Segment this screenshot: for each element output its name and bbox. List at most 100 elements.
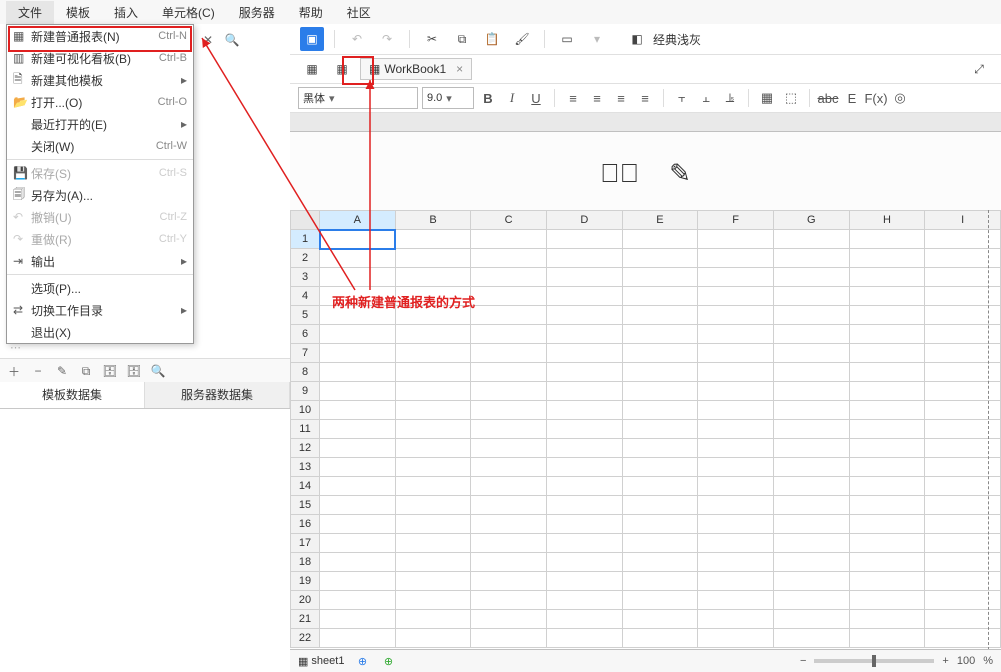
cell-H7[interactable]	[849, 344, 925, 363]
cell-H11[interactable]	[849, 420, 925, 439]
cell-H21[interactable]	[849, 610, 925, 629]
copy-icon[interactable]: ⧉	[450, 27, 474, 51]
cell-D9[interactable]	[546, 382, 622, 401]
cell-D4[interactable]	[546, 287, 622, 306]
cell-D11[interactable]	[546, 420, 622, 439]
cell-G22[interactable]	[773, 629, 849, 648]
row-header-22[interactable]: 22	[291, 629, 320, 648]
cell-F6[interactable]	[698, 325, 774, 344]
cell-G14[interactable]	[773, 477, 849, 496]
cell-G7[interactable]	[773, 344, 849, 363]
cell-C17[interactable]	[471, 534, 547, 553]
cell-B16[interactable]	[395, 515, 471, 534]
align-right-icon[interactable]: ≡	[611, 88, 631, 108]
cell-D22[interactable]	[546, 629, 622, 648]
cell-F13[interactable]	[698, 458, 774, 477]
cell-I18[interactable]	[925, 553, 1001, 572]
cell-D3[interactable]	[546, 268, 622, 287]
cell-C13[interactable]	[471, 458, 547, 477]
spreadsheet-grid[interactable]: ABCDEFGHI1234567891011121314151617181920…	[290, 210, 1001, 650]
cell-F2[interactable]	[698, 249, 774, 268]
col-header-H[interactable]: H	[849, 211, 925, 230]
cell-I19[interactable]	[925, 572, 1001, 591]
cell-D10[interactable]	[546, 401, 622, 420]
cell-C4[interactable]	[471, 287, 547, 306]
cell-C15[interactable]	[471, 496, 547, 515]
cell-G18[interactable]	[773, 553, 849, 572]
cell-B15[interactable]	[395, 496, 471, 515]
cell-D15[interactable]	[546, 496, 622, 515]
cell-E19[interactable]	[622, 572, 698, 591]
select-all-corner[interactable]	[291, 211, 320, 230]
cell-I4[interactable]	[925, 287, 1001, 306]
cell-F15[interactable]	[698, 496, 774, 515]
cell-E7[interactable]	[622, 344, 698, 363]
menu-community[interactable]: 社区	[335, 1, 383, 24]
cell-D18[interactable]	[546, 553, 622, 572]
options-menu[interactable]: 选项(P)...	[7, 277, 193, 299]
menu-insert[interactable]: 插入	[102, 1, 150, 24]
preview-icon[interactable]: ▭	[555, 27, 579, 51]
cell-E21[interactable]	[622, 610, 698, 629]
cell-D7[interactable]	[546, 344, 622, 363]
open-menu[interactable]: 📂 打开...(O) Ctrl-O	[7, 91, 193, 113]
cell-D2[interactable]	[546, 249, 622, 268]
cell-D20[interactable]	[546, 591, 622, 610]
cell-A13[interactable]	[320, 458, 396, 477]
cell-E13[interactable]	[622, 458, 698, 477]
close-icon[interactable]: ✕	[200, 32, 216, 48]
row-header-7[interactable]: 7	[291, 344, 320, 363]
cell-E5[interactable]	[622, 306, 698, 325]
col-header-B[interactable]: B	[395, 211, 471, 230]
menu-template[interactable]: 模板	[54, 1, 102, 24]
cell-E22[interactable]	[622, 629, 698, 648]
cell-G6[interactable]	[773, 325, 849, 344]
cell-G15[interactable]	[773, 496, 849, 515]
cell-I9[interactable]	[925, 382, 1001, 401]
cell-F22[interactable]	[698, 629, 774, 648]
new-viz-dashboard[interactable]: ▥ 新建可视化看板(B) Ctrl-B	[7, 47, 193, 69]
cell-A14[interactable]	[320, 477, 396, 496]
menu-cell[interactable]: 单元格(C)	[150, 1, 227, 24]
row-header-2[interactable]: 2	[291, 249, 320, 268]
col-header-F[interactable]: F	[698, 211, 774, 230]
cell-B18[interactable]	[395, 553, 471, 572]
menu-server[interactable]: 服务器	[227, 1, 287, 24]
cell-A11[interactable]	[320, 420, 396, 439]
align-left-icon[interactable]: ≡	[563, 88, 583, 108]
cell-H8[interactable]	[849, 363, 925, 382]
cell-G16[interactable]	[773, 515, 849, 534]
cell-A21[interactable]	[320, 610, 396, 629]
italic-button[interactable]: I	[502, 88, 522, 108]
cell-I11[interactable]	[925, 420, 1001, 439]
cell-F1[interactable]	[698, 230, 774, 249]
cell-E6[interactable]	[622, 325, 698, 344]
cell-F10[interactable]	[698, 401, 774, 420]
cell-H22[interactable]	[849, 629, 925, 648]
cell-H20[interactable]	[849, 591, 925, 610]
close-menu[interactable]: 关闭(W) Ctrl-W	[7, 135, 193, 157]
expand-icon[interactable]: ⤢	[967, 57, 991, 81]
cell-E12[interactable]	[622, 439, 698, 458]
cell-C10[interactable]	[471, 401, 547, 420]
cell-D16[interactable]	[546, 515, 622, 534]
strike-button[interactable]: abc	[818, 88, 838, 108]
cell-F9[interactable]	[698, 382, 774, 401]
cell-D12[interactable]	[546, 439, 622, 458]
cell-D21[interactable]	[546, 610, 622, 629]
cell-H4[interactable]	[849, 287, 925, 306]
cell-E17[interactable]	[622, 534, 698, 553]
cell-F16[interactable]	[698, 515, 774, 534]
tab-close-icon[interactable]: ×	[456, 62, 463, 76]
cell-H5[interactable]	[849, 306, 925, 325]
cell-E4[interactable]	[622, 287, 698, 306]
cell-C7[interactable]	[471, 344, 547, 363]
add-icon[interactable]: ＋	[6, 363, 22, 379]
tab-template-dataset[interactable]: 模板数据集	[0, 382, 145, 408]
new-report-button-2[interactable]: ▦	[330, 57, 354, 81]
underline-button[interactable]: U	[526, 88, 546, 108]
cell-H2[interactable]	[849, 249, 925, 268]
row-header-6[interactable]: 6	[291, 325, 320, 344]
cell-F11[interactable]	[698, 420, 774, 439]
cell-C6[interactable]	[471, 325, 547, 344]
